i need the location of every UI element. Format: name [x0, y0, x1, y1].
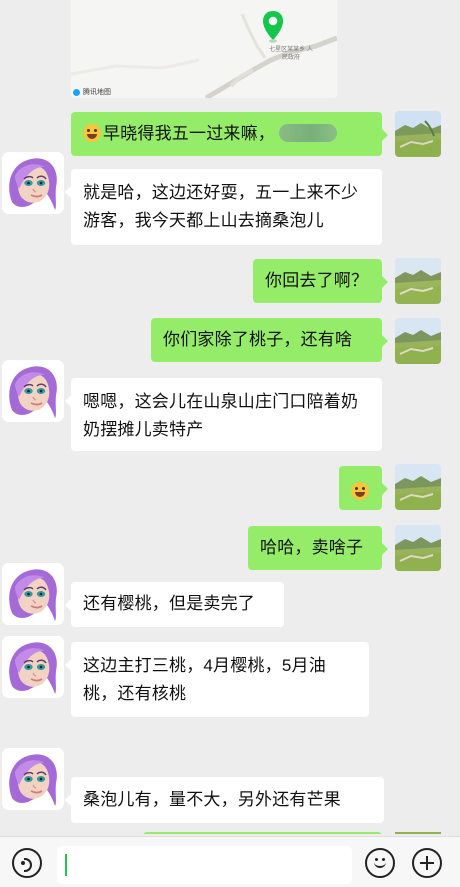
contact-avatar-4[interactable]	[2, 636, 64, 698]
next-message-edge	[143, 832, 382, 834]
message-text-10: 桑泡儿有，量不大，另外还有芒果	[83, 790, 341, 809]
my-avatar-4[interactable]	[395, 464, 441, 510]
message-text-8: 还有樱桃，但是卖完了	[83, 594, 255, 613]
next-avatar-edge	[395, 832, 441, 834]
map-place-label: 七星区某某乡 人民政府	[269, 47, 313, 61]
message-bubble-1[interactable]: 早晓得我五一过来嘛，	[71, 112, 388, 156]
contact-avatar[interactable]	[2, 152, 64, 214]
message-bubble-8[interactable]: 还有樱桃，但是卖完了	[65, 582, 284, 627]
message-bubble-3[interactable]: 你回去了啊？	[253, 259, 388, 303]
message-text-7: 哈哈，卖啥子	[260, 538, 364, 557]
message-bubble-6[interactable]	[339, 466, 388, 510]
tencent-map-logo-icon	[73, 88, 80, 96]
message-text-2: 就是哈，这边还好耍，五一上来不少游客，我今天都上山去摘桑泡儿	[83, 183, 359, 230]
message-bubble-2[interactable]: 就是哈，这边还好耍，五一上来不少游客，我今天都上山去摘桑泡儿	[65, 169, 382, 245]
text-cursor	[65, 854, 67, 876]
grinning-face-emoji-2	[351, 482, 369, 500]
message-bubble-7[interactable]: 哈哈，卖啥子	[248, 526, 388, 570]
plus-icon[interactable]	[412, 848, 442, 878]
my-avatar-2[interactable]	[395, 258, 441, 304]
message-text-5: 嗯嗯，这会儿在山泉山庄门口陪着奶奶摆摊儿卖特产	[83, 392, 359, 439]
my-avatar[interactable]	[395, 111, 441, 157]
smile-icon[interactable]	[365, 848, 395, 878]
message-text-9: 这边主打三桃，4月樱桃，5月油桃，还有核桃	[83, 656, 326, 703]
grinning-face-emoji	[83, 124, 101, 142]
contact-avatar-5[interactable]	[2, 748, 64, 810]
voice-icon[interactable]	[12, 848, 42, 878]
input-toolbar	[0, 836, 460, 887]
message-text-1: 早晓得我五一过来嘛，	[103, 124, 275, 143]
message-bubble-5[interactable]: 嗯嗯，这会儿在山泉山庄门口陪着奶奶摆摊儿卖特产	[65, 378, 382, 451]
message-input[interactable]	[57, 846, 352, 884]
location-card[interactable]: 七星区某某乡 人民政府	[71, 0, 337, 98]
map-provider-label: 腾讯地图	[83, 89, 111, 96]
contact-avatar-3[interactable]	[2, 563, 64, 625]
map-preview: 七星区某某乡 人民政府	[71, 0, 337, 98]
message-text-4: 你们家除了桃子，还有啥	[163, 330, 353, 349]
map-provider: 腾讯地图	[73, 87, 111, 97]
smile-mouth	[374, 862, 386, 868]
blurred-text	[279, 124, 337, 142]
message-text-3: 你回去了啊？	[265, 271, 369, 290]
message-bubble-9[interactable]: 这边主打三桃，4月樱桃，5月油桃，还有核桃	[65, 642, 369, 717]
my-avatar-3[interactable]	[395, 318, 441, 364]
message-bubble-4[interactable]: 你们家除了桃子，还有啥	[151, 318, 388, 362]
my-avatar-5[interactable]	[395, 525, 441, 571]
chat-area: 七星区某某乡 人民政府 腾讯地图 早晓得我五一过来嘛， 就是哈，这边还好耍，五一…	[0, 0, 460, 834]
contact-avatar-2[interactable]	[2, 360, 64, 422]
message-bubble-10[interactable]: 桑泡儿有，量不大，另外还有芒果	[65, 777, 384, 823]
map-pin-icon	[261, 10, 285, 44]
